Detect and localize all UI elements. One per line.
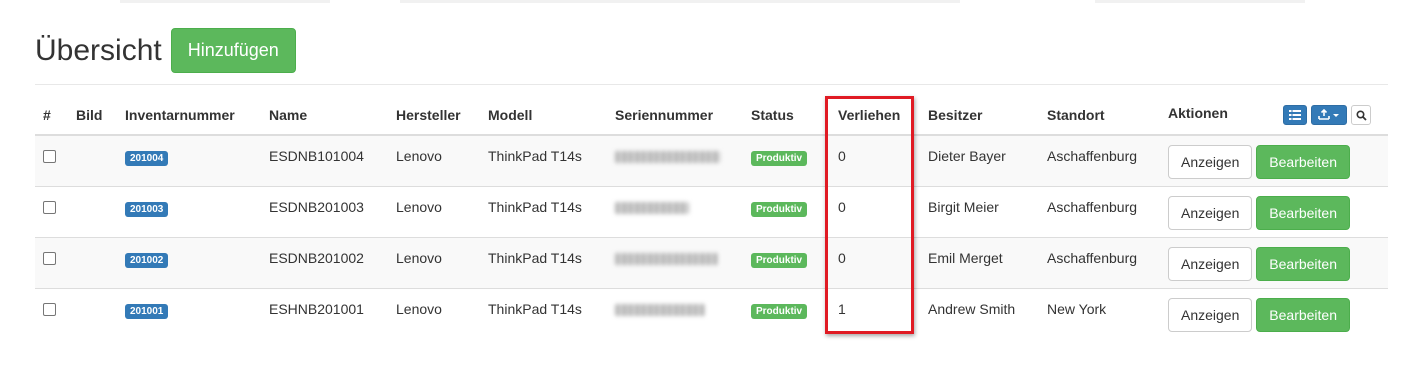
- model: ThinkPad T14s: [480, 185, 607, 237]
- manufacturer: Lenovo: [388, 185, 480, 237]
- col-header-hash[interactable]: #: [35, 95, 68, 136]
- top-strip-segment: [1095, 0, 1305, 3]
- row-checkbox[interactable]: [43, 251, 56, 265]
- col-header-name[interactable]: Name: [261, 95, 388, 136]
- inventory-badge: 201002: [125, 252, 169, 268]
- device-name: ESDNB201003: [261, 185, 388, 237]
- col-header-standort[interactable]: Standort: [1039, 95, 1160, 136]
- lent-count: 0: [830, 236, 920, 288]
- col-header-aktionen-label: Aktionen: [1168, 105, 1228, 121]
- inventory-badge: 201003: [125, 201, 169, 217]
- view-button[interactable]: Anzeigen: [1168, 246, 1253, 281]
- owner: Emil Merget: [920, 236, 1039, 288]
- inventory-table: # Bild Inventarnummer Name Hersteller Mo…: [35, 95, 1388, 339]
- status-badge: Produktiv: [751, 151, 808, 166]
- model: ThinkPad T14s: [480, 287, 607, 339]
- col-header-verliehen[interactable]: Verliehen: [830, 95, 920, 136]
- device-name: ESDNB201002: [261, 236, 388, 288]
- edit-button[interactable]: Bearbeiten: [1256, 297, 1350, 332]
- image-cell: [68, 185, 117, 237]
- col-header-besitzer[interactable]: Besitzer: [920, 95, 1039, 136]
- manufacturer: Lenovo: [388, 236, 480, 288]
- location: Aschaffenburg: [1039, 134, 1160, 186]
- view-button[interactable]: Anzeigen: [1168, 195, 1253, 230]
- image-cell: [68, 236, 117, 288]
- owner: Dieter Bayer: [920, 134, 1039, 186]
- location: Aschaffenburg: [1039, 236, 1160, 288]
- lent-count: 0: [830, 134, 920, 186]
- device-name: ESHNB201001: [261, 287, 388, 339]
- device-name: ESDNB101004: [261, 134, 388, 186]
- serial-number-redacted: [615, 151, 720, 163]
- lent-count: 1: [830, 287, 920, 339]
- image-cell: [68, 287, 117, 339]
- col-header-modell[interactable]: Modell: [480, 95, 607, 136]
- owner: Birgit Meier: [920, 185, 1039, 237]
- serial-number-redacted: [615, 252, 718, 265]
- image-cell: [68, 134, 117, 186]
- table-row: 201002 ESDNB201002 Lenovo ThinkPad T14s …: [35, 236, 1388, 288]
- col-header-inventarnummer[interactable]: Inventarnummer: [117, 95, 261, 136]
- serial-number-redacted: [615, 201, 689, 214]
- col-header-bild[interactable]: Bild: [68, 95, 117, 136]
- status-badge: Produktiv: [751, 252, 808, 268]
- add-button[interactable]: Hinzufügen: [170, 28, 296, 73]
- col-header-status[interactable]: Status: [743, 95, 830, 136]
- col-header-aktionen: Aktionen: [1160, 95, 1388, 136]
- header-divider: [35, 84, 1388, 85]
- edit-button[interactable]: Bearbeiten: [1256, 195, 1350, 230]
- inventory-badge: 201001: [125, 303, 169, 319]
- view-button[interactable]: Anzeigen: [1168, 145, 1253, 179]
- location: New York: [1039, 287, 1160, 339]
- list-icon[interactable]: [1283, 105, 1307, 125]
- status-badge: Produktiv: [751, 201, 808, 217]
- top-strip-segment: [400, 0, 960, 3]
- export-icon[interactable]: [1311, 105, 1347, 125]
- inventory-badge: 201004: [125, 151, 169, 166]
- page-header: Übersicht Hinzufügen: [35, 28, 296, 73]
- table-row: 201001 ESHNB201001 Lenovo ThinkPad T14s …: [35, 287, 1388, 339]
- lent-count: 0: [830, 185, 920, 237]
- table-row: 201003 ESDNB201003 Lenovo ThinkPad T14s …: [35, 185, 1388, 237]
- col-header-seriennummer[interactable]: Seriennummer: [607, 95, 743, 136]
- table-row: 201004 ESDNB101004 Lenovo ThinkPad T14s …: [35, 134, 1388, 186]
- row-checkbox[interactable]: [43, 200, 56, 214]
- search-icon[interactable]: [1351, 105, 1371, 125]
- owner: Andrew Smith: [920, 287, 1039, 339]
- top-strip: [0, 0, 1403, 4]
- serial-number-redacted: [615, 303, 705, 316]
- table-toolbar: [1283, 105, 1371, 125]
- row-checkbox[interactable]: [43, 302, 56, 316]
- col-header-hersteller[interactable]: Hersteller: [388, 95, 480, 136]
- manufacturer: Lenovo: [388, 287, 480, 339]
- model: ThinkPad T14s: [480, 236, 607, 288]
- model: ThinkPad T14s: [480, 134, 607, 186]
- top-strip-segment: [120, 0, 330, 3]
- page-title: Übersicht: [35, 33, 162, 67]
- status-badge: Produktiv: [751, 303, 808, 319]
- view-button[interactable]: Anzeigen: [1168, 297, 1253, 332]
- row-checkbox[interactable]: [43, 150, 56, 163]
- edit-button[interactable]: Bearbeiten: [1256, 246, 1350, 281]
- table-header-row: # Bild Inventarnummer Name Hersteller Mo…: [35, 95, 1388, 136]
- manufacturer: Lenovo: [388, 134, 480, 186]
- location: Aschaffenburg: [1039, 185, 1160, 237]
- edit-button[interactable]: Bearbeiten: [1256, 145, 1350, 179]
